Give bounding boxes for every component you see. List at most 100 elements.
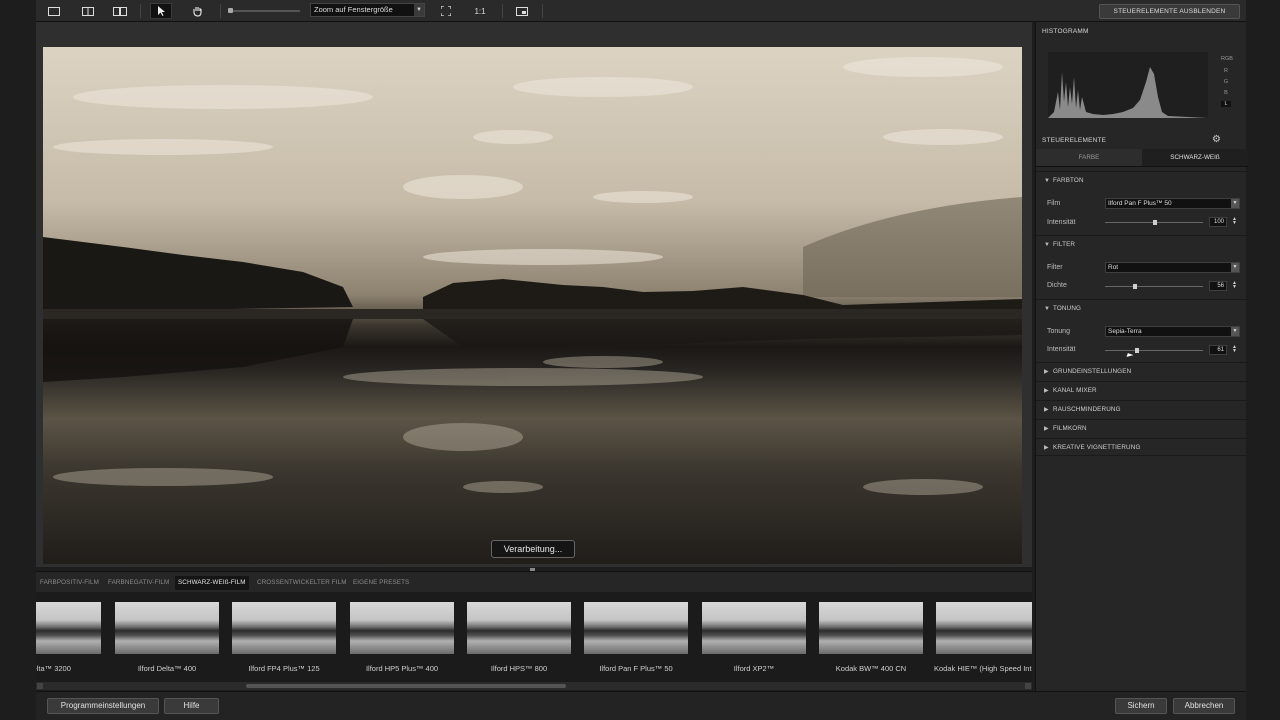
filter-dropdown[interactable]: Rot ▼ — [1105, 262, 1240, 273]
select-arrow-icon[interactable] — [150, 3, 172, 19]
channel-b[interactable]: B — [1221, 90, 1231, 96]
preset-thumbnail[interactable] — [936, 602, 1032, 654]
section-filter-header[interactable]: ▼ FILTER — [1036, 235, 1247, 253]
preset-thumbnail[interactable] — [467, 602, 571, 654]
tab-own-presets[interactable]: EIGENE PRESETS — [350, 576, 412, 590]
preset-scrollbar[interactable] — [36, 682, 1032, 690]
zoom-slider[interactable] — [228, 8, 300, 13]
zoom-dropdown[interactable]: Zoom auf Fenstergröße ▼ — [310, 3, 425, 17]
image-canvas: Verarbeitung... — [36, 22, 1032, 567]
scroll-right-icon[interactable] — [1025, 683, 1031, 689]
section-film-grain-header[interactable]: ▶ FILMKORN — [1036, 419, 1247, 437]
scrollbar-thumb[interactable] — [246, 684, 566, 688]
preset-thumbnail[interactable] — [36, 602, 101, 654]
channel-g[interactable]: G — [1221, 79, 1231, 85]
tab-color-positive[interactable]: FARBPOSITIV-FILM — [37, 576, 102, 590]
density-input[interactable]: 56 — [1209, 281, 1227, 291]
section-title: KREATIVE VIGNETTIERUNG — [1053, 444, 1141, 451]
toning-intensity-label: Intensität — [1047, 346, 1076, 353]
histogram-title: HISTOGRAMM — [1042, 28, 1089, 35]
ratio-1-1-button[interactable]: 1:1 — [470, 3, 490, 19]
tab-black-white-mode[interactable]: SCHWARZ-WEIß — [1142, 149, 1248, 167]
spinner-arrows-icon[interactable]: ▲ ▼ — [1232, 281, 1237, 290]
density-label: Dichte — [1047, 282, 1067, 289]
slider-handle[interactable] — [1135, 348, 1139, 353]
preset-label: Ilford Delta™ 400 — [137, 664, 197, 673]
preset-thumbnail[interactable] — [702, 602, 806, 654]
zoom-slider-handle[interactable] — [228, 8, 233, 13]
preview-photo[interactable] — [43, 47, 1022, 564]
toolbar-separator — [140, 4, 141, 18]
gear-icon[interactable]: ⚙ — [1212, 134, 1221, 145]
section-title: FILMKORN — [1053, 425, 1087, 432]
intensity-label: Intensität — [1047, 219, 1076, 226]
chevron-down-icon: ▼ — [1231, 263, 1239, 272]
navigator-icon[interactable] — [514, 3, 530, 19]
save-button[interactable]: Sichern — [1115, 698, 1167, 714]
chevron-down-icon: ▼ — [1231, 199, 1239, 208]
toolbar-separator — [220, 4, 221, 18]
hand-tool-icon[interactable] — [186, 3, 208, 19]
single-view-icon[interactable] — [46, 3, 62, 19]
film-label: Film — [1047, 200, 1061, 207]
preset-thumbnail[interactable] — [115, 602, 219, 654]
spinner-arrows-icon[interactable]: ▲ ▼ — [1232, 345, 1237, 354]
preset-label: Ilford XP2™ — [733, 664, 775, 673]
section-vignette-header[interactable]: ▶ KREATIVE VIGNETTIERUNG — [1036, 438, 1247, 456]
preset-thumbnail-strip: Delta™ 3200 Ilford Delta™ 400 Ilford FP4… — [36, 592, 1032, 690]
toning-intensity-input[interactable]: 61 — [1209, 345, 1227, 355]
triangle-down-icon: ▼ — [1044, 306, 1051, 312]
tab-black-white[interactable]: SCHWARZ-WEIß-FILM — [175, 576, 249, 590]
channel-rgb[interactable]: RGB — [1221, 56, 1233, 62]
section-farbton-header[interactable]: ▼ FARBTON — [1036, 171, 1247, 189]
chevron-down-icon: ▼ — [414, 4, 424, 16]
triangle-down-icon: ▼ — [1044, 242, 1051, 248]
toning-dropdown[interactable]: Sepia-Terra ▼ — [1105, 326, 1240, 337]
hide-controls-button[interactable]: STEUERELEMENTE AUSBLENDEN — [1099, 4, 1240, 19]
triangle-right-icon: ▶ — [1044, 445, 1049, 451]
section-basic-settings-header[interactable]: ▶ GRUNDEINSTELLUNGEN — [1036, 362, 1247, 380]
film-dropdown-value: Ilford Pan F Plus™ 50 — [1108, 200, 1172, 207]
section-title: GRUNDEINSTELLUNGEN — [1053, 368, 1132, 375]
side-by-side-icon[interactable] — [112, 3, 128, 19]
slider-handle[interactable] — [1153, 220, 1157, 225]
film-dropdown[interactable]: Ilford Pan F Plus™ 50 ▼ — [1105, 198, 1240, 209]
toning-intensity-slider[interactable] — [1105, 348, 1203, 353]
mode-tabs: FARBE SCHWARZ-WEIß — [1036, 149, 1248, 167]
section-channel-mixer-header[interactable]: ▶ KANAL MIXER — [1036, 381, 1247, 399]
scroll-left-icon[interactable] — [37, 683, 43, 689]
split-view-icon[interactable] — [80, 3, 96, 19]
toolbar-separator — [502, 4, 503, 18]
section-tonung-header[interactable]: ▼ TONUNG — [1036, 299, 1247, 317]
slider-handle[interactable] — [1133, 284, 1137, 289]
chevron-down-icon: ▼ — [1231, 327, 1239, 336]
program-settings-button[interactable]: Programmeinstellungen — [47, 698, 159, 714]
intensity-slider[interactable] — [1105, 220, 1203, 225]
preset-thumbnail[interactable] — [232, 602, 336, 654]
toolbar-separator — [542, 4, 543, 18]
intensity-input[interactable]: 100 — [1209, 217, 1227, 227]
preset-thumbnail[interactable] — [819, 602, 923, 654]
section-farbton-title: FARBTON — [1053, 177, 1084, 184]
tab-color[interactable]: FARBE — [1036, 149, 1142, 167]
preset-label: Kodak BW™ 400 CN — [835, 664, 907, 673]
preset-thumbnail[interactable] — [350, 602, 454, 654]
help-button[interactable]: Hilfe — [164, 698, 219, 714]
triangle-down-icon: ▼ — [1044, 178, 1051, 184]
toolbar: Zoom auf Fenstergröße ▼ 1:1 STEUERELEMEN… — [36, 0, 1246, 22]
preset-thumbnail[interactable] — [584, 602, 688, 654]
channel-r[interactable]: R — [1221, 68, 1231, 74]
tab-color-negative[interactable]: FARBNEGATIV-FILM — [105, 576, 172, 590]
fit-screen-icon[interactable] — [438, 3, 454, 19]
section-noise-reduction-header[interactable]: ▶ RAUSCHMINDERUNG — [1036, 400, 1247, 418]
toning-label: Tonung — [1047, 328, 1070, 335]
section-title: RAUSCHMINDERUNG — [1053, 406, 1121, 413]
triangle-right-icon: ▶ — [1044, 426, 1049, 432]
preset-label: Delta™ 3200 — [36, 664, 71, 673]
cancel-button[interactable]: Abbrechen — [1173, 698, 1235, 714]
spinner-arrows-icon[interactable]: ▲ ▼ — [1232, 217, 1237, 226]
tab-cross-processed[interactable]: CROSSENTWICKELTER FILM — [254, 576, 350, 590]
channel-l[interactable]: L — [1221, 101, 1231, 107]
section-filter-title: FILTER — [1053, 241, 1076, 248]
density-slider[interactable] — [1105, 284, 1203, 289]
